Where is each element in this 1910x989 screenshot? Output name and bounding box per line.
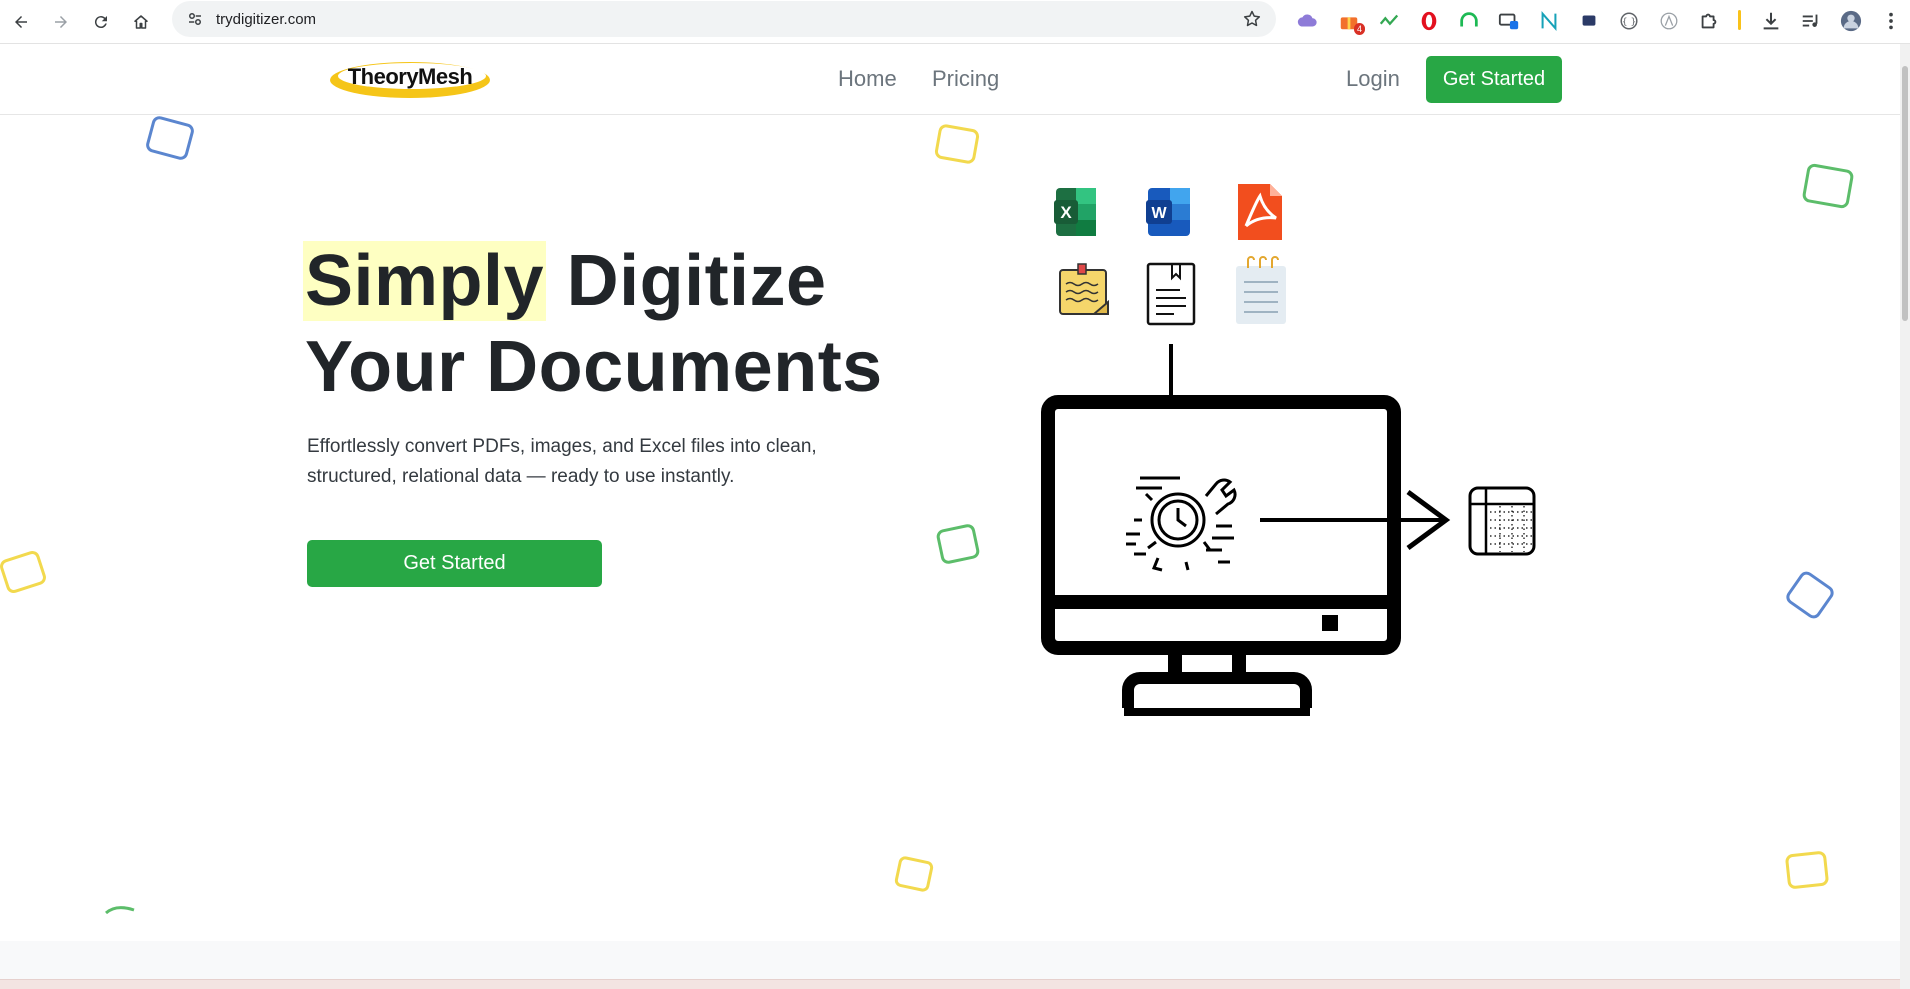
browser-toolbar: trydigitizer.com 4 { } bbox=[0, 0, 1910, 44]
word-icon: W bbox=[1146, 188, 1190, 236]
theorymesh-logo[interactable]: TheoryMesh bbox=[328, 58, 492, 102]
hero-title-highlight: Simply bbox=[303, 241, 547, 321]
decorative-square-blue bbox=[146, 116, 194, 160]
site-info-icon[interactable] bbox=[184, 8, 206, 30]
word-letter: W bbox=[1151, 205, 1167, 222]
hero-get-started-button[interactable]: Get Started bbox=[307, 540, 602, 587]
hero-subtitle: Effortlessly convert PDFs, images, and E… bbox=[307, 436, 817, 487]
bracket-extension-icon[interactable]: { } bbox=[1616, 8, 1642, 34]
gift-extension-icon[interactable]: 4 bbox=[1336, 8, 1365, 35]
puzzle-icon[interactable] bbox=[1696, 8, 1722, 34]
reload-button[interactable] bbox=[86, 7, 116, 37]
login-link[interactable]: Login bbox=[1346, 66, 1400, 92]
n-extension-icon[interactable] bbox=[1536, 8, 1562, 34]
scrollbar-thumb[interactable] bbox=[1902, 66, 1908, 321]
decorative-square-blue bbox=[1786, 571, 1834, 619]
decorative-square-green bbox=[1802, 163, 1854, 209]
download-icon[interactable] bbox=[1758, 8, 1784, 34]
hero-title-line-1: Simply Digitize bbox=[303, 238, 883, 324]
sticky-note-icon bbox=[1059, 263, 1109, 315]
monitor-icon bbox=[1041, 395, 1401, 716]
script-extension-icon[interactable] bbox=[1656, 8, 1682, 34]
document-icon bbox=[1146, 262, 1196, 326]
forward-button[interactable] bbox=[46, 7, 76, 37]
nav-pricing-link[interactable]: Pricing bbox=[932, 66, 999, 92]
chat-extension-icon[interactable] bbox=[1576, 8, 1602, 34]
decorative-square-yellow bbox=[1785, 851, 1829, 889]
nav-home-link[interactable]: Home bbox=[838, 66, 897, 92]
pdf-icon bbox=[1238, 184, 1282, 240]
decorative-square-yellow bbox=[934, 124, 980, 164]
svg-text:{ }: { } bbox=[1622, 17, 1637, 28]
bookmark-star-icon[interactable] bbox=[1242, 9, 1262, 29]
reload-icon bbox=[94, 16, 107, 29]
url-text[interactable]: trydigitizer.com bbox=[216, 11, 316, 28]
toolbar-separator bbox=[1738, 10, 1741, 30]
excel-icon: X bbox=[1054, 188, 1096, 236]
media-controls-icon[interactable] bbox=[1798, 8, 1824, 34]
opera-extension-icon[interactable] bbox=[1416, 8, 1442, 34]
cloud-extension-icon[interactable] bbox=[1294, 8, 1320, 34]
hero-title: Simply Digitize Your Documents bbox=[303, 238, 883, 410]
decorative-square-green bbox=[936, 524, 980, 564]
home-icon bbox=[134, 15, 148, 29]
decorative-square-yellow bbox=[894, 856, 934, 892]
hero-title-rest: Digitize bbox=[546, 241, 827, 321]
site-navbar: TheoryMesh Home Pricing Login Get Starte… bbox=[0, 44, 1900, 115]
screen-extension-icon[interactable] bbox=[1496, 8, 1522, 34]
bottom-strip bbox=[0, 979, 1900, 989]
header-get-started-button[interactable]: Get Started bbox=[1426, 56, 1562, 103]
headphones-extension-icon[interactable] bbox=[1456, 8, 1482, 34]
extension-badge-count: 4 bbox=[1353, 23, 1365, 35]
home-button[interactable] bbox=[126, 7, 156, 37]
hero-title-line-2: Your Documents bbox=[305, 327, 883, 407]
decorative-square-yellow bbox=[0, 550, 46, 594]
back-arrow-icon bbox=[15, 16, 27, 28]
forward-arrow-icon bbox=[55, 16, 67, 28]
trend-extension-icon[interactable] bbox=[1376, 8, 1402, 34]
browser-menu-icon[interactable] bbox=[1878, 8, 1904, 34]
table-output-icon bbox=[1468, 486, 1536, 556]
digitize-illustration: X W bbox=[1041, 184, 1536, 716]
back-button[interactable] bbox=[6, 7, 36, 37]
notepad-icon bbox=[1236, 256, 1286, 324]
logo-text: TheoryMesh bbox=[347, 64, 473, 89]
next-section-band bbox=[0, 941, 1900, 979]
profile-avatar[interactable] bbox=[1838, 8, 1864, 34]
excel-letter: X bbox=[1060, 203, 1072, 222]
address-bar[interactable]: trydigitizer.com bbox=[172, 1, 1276, 37]
decorative-square-green bbox=[104, 906, 135, 914]
